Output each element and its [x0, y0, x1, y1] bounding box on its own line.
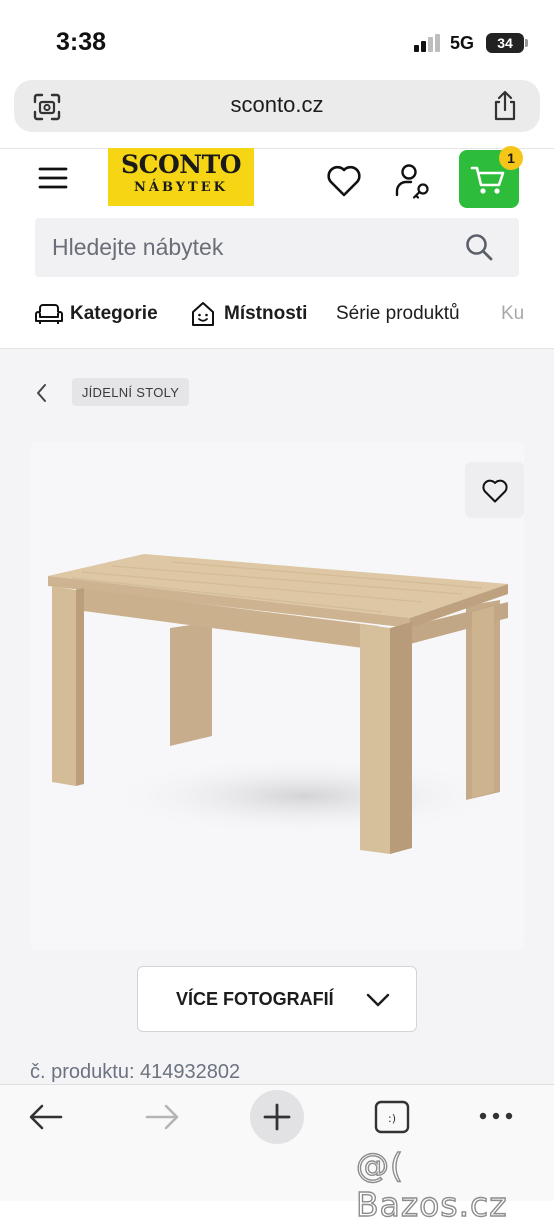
more-options-icon[interactable]: [478, 1110, 514, 1122]
breadcrumb-label[interactable]: JÍDELNÍ STOLY: [72, 385, 189, 400]
battery-level: 34: [497, 35, 513, 51]
cellular-signal-icon: [414, 34, 440, 52]
search-icon[interactable]: [464, 232, 494, 262]
svg-text::): :): [388, 1112, 396, 1125]
logo-text-main: SCONTO: [121, 150, 241, 179]
nav-item-truncated[interactable]: Ku: [501, 303, 523, 325]
forward-arrow-icon[interactable]: [144, 1103, 180, 1131]
cart-icon: [470, 166, 505, 194]
heart-icon[interactable]: [326, 164, 362, 198]
user-login-icon[interactable]: [394, 162, 432, 200]
battery-cap: [525, 39, 528, 47]
battery-icon: 34: [486, 33, 524, 53]
dining-table-image[interactable]: [42, 548, 512, 862]
back-arrow-icon[interactable]: [28, 1103, 64, 1131]
tabs-icon[interactable]: :): [374, 1100, 410, 1134]
search-placeholder[interactable]: Hledejte nábytek: [52, 234, 223, 261]
sofa-icon: [35, 304, 63, 324]
header-divider: [0, 148, 554, 149]
more-photos-label[interactable]: VÍCE FOTOGRAFIÍ: [176, 989, 334, 1010]
chevron-down-icon: [366, 993, 390, 1007]
watermark: @( Bazos.cz: [355, 1145, 508, 1224]
hamburger-menu-icon[interactable]: [38, 166, 68, 190]
status-time: 3:38: [56, 28, 107, 56]
back-chevron-icon[interactable]: [34, 382, 50, 404]
logo-text-sub: NÁBYTEK: [134, 180, 228, 195]
room-icon: [192, 302, 214, 326]
nav-item-serie-produktu[interactable]: Série produktů: [336, 303, 460, 325]
share-icon[interactable]: [490, 90, 520, 122]
network-type: 5G: [450, 33, 475, 53]
nav-item-kategorie[interactable]: Kategorie: [70, 303, 158, 325]
url-text[interactable]: sconto.cz: [0, 92, 554, 118]
nav-item-mistnosti[interactable]: Místnosti: [224, 303, 307, 325]
heart-icon: [482, 479, 508, 503]
plus-icon: [263, 1103, 291, 1131]
cart-count-badge: 1: [499, 146, 523, 170]
product-code: č. produktu: 414932802: [30, 1061, 241, 1083]
